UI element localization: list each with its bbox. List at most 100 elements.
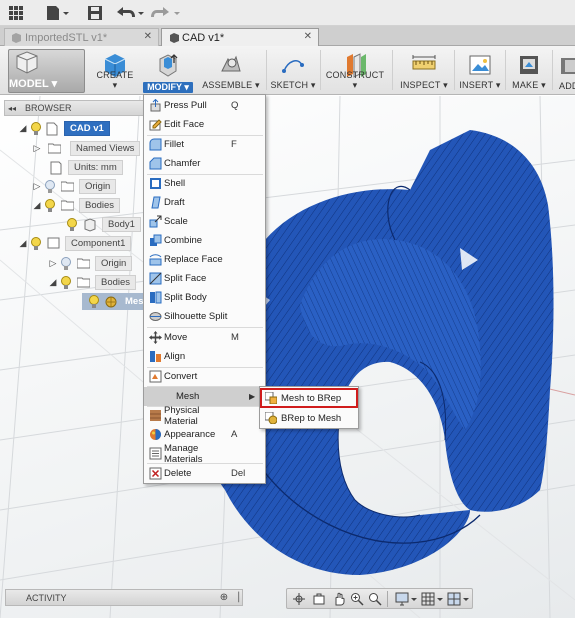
menu-label: Fillet bbox=[164, 139, 185, 150]
close-icon[interactable]: ✕ bbox=[304, 31, 312, 42]
collapse-icon[interactable]: ◂◂ bbox=[5, 104, 19, 113]
toolbar-divider bbox=[266, 50, 267, 90]
look-at-icon[interactable] bbox=[311, 592, 327, 606]
construct-group[interactable]: CONSTRUCT ▾ bbox=[324, 48, 386, 93]
menu-label: Split Face bbox=[164, 273, 207, 284]
menu-item-delete[interactable]: Delete Del bbox=[144, 464, 265, 483]
menu-label: Convert bbox=[164, 371, 198, 382]
close-icon[interactable]: ✕ bbox=[144, 31, 152, 42]
menu-item-shell[interactable]: Shell bbox=[144, 174, 265, 193]
save-icon[interactable] bbox=[86, 3, 104, 23]
assemble-group[interactable]: ASSEMBLE ▾ bbox=[200, 48, 262, 93]
menu-item-silhouette-split[interactable]: Silhouette Split bbox=[144, 307, 265, 326]
tree-label: Origin bbox=[79, 179, 117, 194]
expand-toggle[interactable]: ▷ bbox=[32, 143, 42, 154]
tree-node-units[interactable]: Units: mm bbox=[48, 159, 123, 176]
measure-icon bbox=[410, 51, 438, 82]
menu-item-convert[interactable]: Convert bbox=[144, 367, 265, 386]
fit-icon[interactable] bbox=[367, 592, 383, 606]
pan-icon[interactable] bbox=[331, 592, 347, 606]
menu-label: Mesh to BRep bbox=[281, 392, 342, 404]
sketch-group[interactable]: SKETCH ▾ bbox=[270, 48, 316, 93]
expand-toggle[interactable]: ◢ bbox=[32, 200, 42, 211]
workspace-switcher[interactable]: MODEL ▾ bbox=[8, 49, 85, 93]
inspect-group[interactable]: INSPECT ▾ bbox=[398, 48, 450, 93]
menu-item-press-pull[interactable]: Press Pull Q bbox=[144, 96, 265, 115]
visibility-bulb-icon[interactable] bbox=[66, 217, 78, 232]
expand-toggle[interactable]: ◢ bbox=[48, 277, 58, 288]
menu-item-fillet[interactable]: Fillet F bbox=[144, 135, 265, 154]
image-icon bbox=[466, 51, 494, 82]
visibility-bulb-icon[interactable] bbox=[88, 294, 100, 309]
browser-panel: ◂◂ BROWSER ◢ CAD v1 ▷ Named Views Units:… bbox=[4, 100, 164, 315]
browser-header[interactable]: ◂◂ BROWSER bbox=[4, 100, 164, 116]
visibility-bulb-icon[interactable] bbox=[60, 275, 72, 290]
create-group[interactable]: CREATE ▾ bbox=[94, 48, 136, 93]
expand-toggle[interactable]: ◢ bbox=[18, 238, 28, 249]
tab-cad[interactable]: CAD v1* ✕ bbox=[161, 28, 319, 46]
menu-item-physical-material[interactable]: Physical Material bbox=[144, 405, 265, 427]
tree-node-origin[interactable]: ▷ Origin bbox=[32, 178, 117, 195]
menu-item-split-face[interactable]: Split Face bbox=[144, 269, 265, 288]
activity-label: ACTIVITY bbox=[26, 592, 67, 603]
menu-label: Shell bbox=[164, 178, 186, 189]
menu-item-replace-face[interactable]: Replace Face bbox=[144, 250, 265, 269]
menu-shortcut: A bbox=[231, 429, 238, 440]
undo-icon[interactable] bbox=[116, 3, 144, 23]
addins-group[interactable]: ADD bbox=[555, 48, 575, 93]
tree-node-mesh[interactable]: Mes bbox=[82, 293, 148, 310]
viewports-icon[interactable] bbox=[447, 592, 469, 606]
add-icon[interactable]: ⊕ bbox=[220, 592, 228, 603]
menu-item-chamfer[interactable]: Chamfer bbox=[144, 154, 265, 173]
grid-settings-icon[interactable] bbox=[421, 592, 443, 606]
make-group[interactable]: MAKE ▾ bbox=[508, 48, 550, 93]
visibility-bulb-icon[interactable] bbox=[60, 256, 72, 271]
toolbar-divider bbox=[320, 50, 321, 90]
orbit-icon[interactable] bbox=[291, 592, 307, 606]
expand-toggle[interactable]: ◢ bbox=[18, 123, 28, 134]
tree-label: CAD v1 bbox=[64, 121, 110, 136]
expand-toggle[interactable]: ▷ bbox=[48, 258, 58, 269]
menu-item-brep-to-mesh[interactable]: BRep to Mesh bbox=[263, 409, 356, 427]
menu-item-edit-face[interactable]: Edit Face bbox=[144, 115, 265, 134]
visibility-bulb-icon[interactable] bbox=[30, 121, 42, 136]
menu-item-manage-materials[interactable]: Manage Materials bbox=[144, 443, 265, 465]
tab-imported-stl[interactable]: ImportedSTL v1* ✕ bbox=[4, 28, 159, 46]
mesh-body-icon bbox=[105, 295, 117, 309]
menu-item-draft[interactable]: Draft bbox=[144, 193, 265, 212]
visibility-bulb-icon[interactable] bbox=[44, 198, 56, 213]
menu-item-mesh-to-brep[interactable]: Mesh to BRep bbox=[263, 389, 356, 407]
menu-label: Draft bbox=[164, 197, 185, 208]
menu-item-split-body[interactable]: Split Body bbox=[144, 288, 265, 307]
toolbar-divider bbox=[454, 50, 455, 90]
document-tabs: ImportedSTL v1* ✕ CAD v1* ✕ bbox=[0, 26, 575, 46]
expand-toggle[interactable]: ▷ bbox=[32, 181, 42, 192]
grid-icon[interactable] bbox=[6, 3, 26, 23]
menu-item-mesh[interactable]: Mesh ▶ bbox=[144, 387, 265, 406]
menu-item-align[interactable]: Align bbox=[144, 347, 265, 366]
tree-node-body1[interactable]: Body1 bbox=[64, 216, 141, 233]
tree-node-component-origin[interactable]: ▷ Origin bbox=[48, 255, 133, 272]
tree-node-component-bodies[interactable]: ◢ Bodies bbox=[48, 274, 137, 291]
menu-item-combine[interactable]: Combine bbox=[144, 231, 265, 250]
tree-node-component[interactable]: ◢ Component1 bbox=[18, 235, 132, 252]
inspect-label: INSPECT ▾ bbox=[400, 80, 448, 90]
redo-icon[interactable] bbox=[150, 3, 180, 23]
insert-group[interactable]: INSERT ▾ bbox=[458, 48, 502, 93]
tree-node-root[interactable]: ◢ CAD v1 bbox=[18, 120, 110, 137]
menu-item-scale[interactable]: Scale bbox=[144, 212, 265, 231]
visibility-bulb-icon[interactable] bbox=[44, 179, 56, 194]
file-icon[interactable] bbox=[44, 3, 70, 23]
visibility-bulb-icon[interactable] bbox=[30, 236, 42, 251]
tree-node-bodies[interactable]: ◢ Bodies bbox=[32, 197, 121, 214]
tree-node-named-views[interactable]: ▷ Named Views bbox=[32, 140, 141, 157]
menu-item-move[interactable]: Move M bbox=[144, 328, 265, 347]
modify-group[interactable]: MODIFY ▾ bbox=[143, 48, 193, 94]
menu-item-appearance[interactable]: Appearance A bbox=[144, 425, 265, 444]
display-settings-icon[interactable] bbox=[395, 592, 417, 606]
component-icon bbox=[47, 237, 60, 251]
zoom-icon[interactable] bbox=[349, 592, 365, 606]
activity-bar[interactable]: ACTIVITY ⊕ ▕ bbox=[5, 589, 243, 606]
resize-handle[interactable]: ▕ bbox=[232, 592, 239, 603]
sketch-label: SKETCH ▾ bbox=[270, 80, 316, 90]
